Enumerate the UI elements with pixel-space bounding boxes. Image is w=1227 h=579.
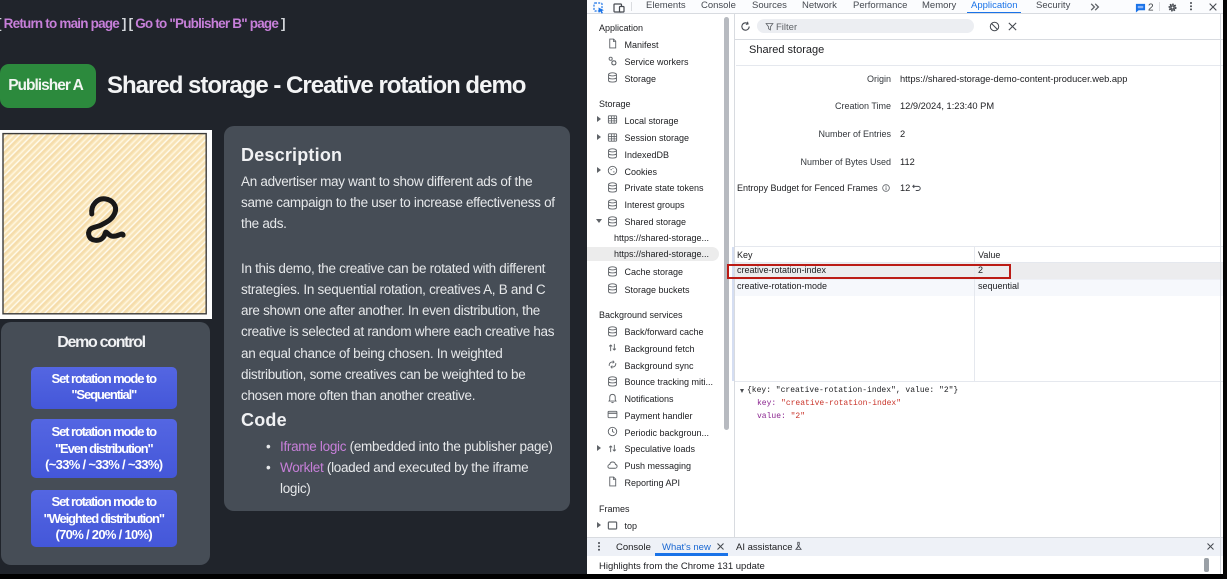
svg-text:2: 2 — [1148, 2, 1154, 12]
